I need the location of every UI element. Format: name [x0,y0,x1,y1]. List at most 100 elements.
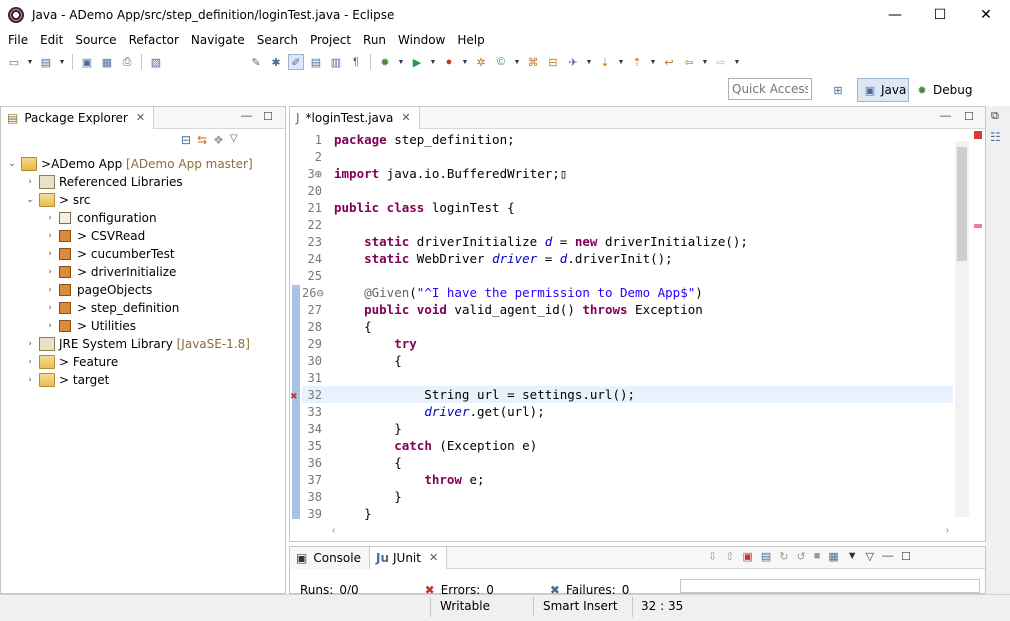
code-line[interactable]: 20 [302,182,953,199]
code-line[interactable]: 26⊖ @Given("^I have the permission to De… [302,284,953,301]
run-icon[interactable]: ▶ [409,54,425,70]
run-dropdown-icon[interactable]: ▼ [429,54,437,70]
new-window-icon[interactable]: ▤ [38,54,54,70]
code-line[interactable]: 33 driver .get(url); [302,403,953,420]
tree-item-configuration[interactable]: › configuration [1,209,285,227]
tab-login-test-java[interactable]: J *loginTest.java ✕ [290,106,420,129]
code-line[interactable]: 28 { [302,318,953,335]
save-all-icon[interactable]: ▦ [99,54,115,70]
restore-icon[interactable]: ⧉ [991,110,999,123]
rerun-failed-icon[interactable]: ↺ [796,550,805,563]
rerun-icon[interactable]: ↻ [779,550,788,563]
menu-window[interactable]: Window [392,33,451,47]
tree-item-jre-system-library[interactable]: › JRE System Library [JavaSE-1.8] [1,335,285,353]
collapsed-chevron-icon[interactable]: › [45,303,55,313]
open-task-icon[interactable]: ⊟ [545,54,561,70]
search-dropdown-icon[interactable]: ▼ [585,54,593,70]
menu-help[interactable]: Help [451,33,490,47]
code-line[interactable]: 32 String url = settings.url(); [302,386,953,403]
vertical-scrollbar[interactable] [955,141,969,517]
code-line[interactable]: 22 [302,216,953,233]
show-whitespace-icon[interactable]: ¶ [348,54,364,70]
maximize-pane-icon[interactable]: ☐ [964,110,974,123]
coverage-icon[interactable]: ● [441,54,457,70]
collapsed-chevron-icon[interactable]: › [45,285,55,295]
link-editor-icon[interactable]: ⇆ [197,133,207,147]
new-class-dropdown-icon[interactable]: ▼ [513,54,521,70]
collapsed-chevron-icon[interactable]: › [45,249,55,259]
close-tab-icon[interactable]: ✕ [401,111,410,124]
tree-item-driverinitialize[interactable]: › > driverInitialize [1,263,285,281]
debug-icon[interactable]: ✹ [377,54,393,70]
test-history-icon[interactable]: ▦ [828,550,838,563]
failures-only-icon[interactable]: ▣ [742,550,752,563]
collapsed-chevron-icon[interactable]: › [25,375,35,385]
new-icon[interactable]: ▭ [6,54,22,70]
maximize-pane-icon[interactable]: ☐ [901,550,911,563]
tab-junit[interactable]: Ju JUnit ✕ [369,546,448,569]
code-line[interactable]: 37 throw e; [302,471,953,488]
next-annotation-dropdown-icon[interactable]: ▼ [617,54,625,70]
code-line[interactable]: 35 catch (Exception e) [302,437,953,454]
prev-annotation-icon[interactable]: ⇡ [629,54,645,70]
stop-icon[interactable]: ■ [814,550,821,563]
scroll-right-icon[interactable]: › [946,525,949,536]
tree-item-cucumbertest[interactable]: › > cucumberTest [1,245,285,263]
maximize-pane-icon[interactable]: ☐ [263,110,273,123]
collapsed-chevron-icon[interactable]: › [45,267,55,277]
back-dropdown-icon[interactable]: ▼ [701,54,709,70]
outline-icon[interactable]: ☷ [990,130,1001,144]
menu-edit[interactable]: Edit [34,33,69,47]
tree-item-step-definition[interactable]: › > step_definition [1,299,285,317]
new-window-dropdown-icon[interactable]: ▼ [58,54,66,70]
back-icon[interactable]: ⇦ [681,54,697,70]
focus-icon[interactable]: ❖ [213,133,224,147]
code-line[interactable]: 34 } [302,420,953,437]
tree-item-utilities[interactable]: › > Utilities [1,317,285,335]
minimize-button[interactable]: — [872,0,918,30]
collapsed-chevron-icon[interactable]: › [45,231,55,241]
close-tab-icon[interactable]: ✕ [429,551,438,564]
code-line[interactable]: 27 public void valid_agent_id() throws E… [302,301,953,318]
code-line[interactable]: 23 static driverInitialize d = new drive… [302,233,953,250]
minimize-pane-icon[interactable]: — [882,550,893,563]
close-button[interactable]: ✕ [963,0,1009,30]
collapsed-chevron-icon[interactable]: › [25,339,35,349]
code-line[interactable]: 2 [302,148,953,165]
new-java-class-icon[interactable]: © [493,54,509,70]
menu-source[interactable]: Source [69,33,122,47]
perspective-java[interactable]: ▣ Java [857,78,909,102]
view-menu-icon[interactable]: ▽ [866,550,874,563]
tree-item-csvread[interactable]: › > CSVRead [1,227,285,245]
next-failure-icon[interactable]: ⇩ [708,550,717,563]
menu-refactor[interactable]: Refactor [123,33,185,47]
menu-run[interactable]: Run [357,33,392,47]
perspective-debug[interactable]: ✹ Debug [914,78,974,102]
last-edit-icon[interactable]: ↩ [661,54,677,70]
open-type-icon[interactable]: ⌘ [525,54,541,70]
forward-dropdown-icon[interactable]: ▼ [733,54,741,70]
code-line[interactable]: 38 } [302,488,953,505]
error-marker-icon[interactable]: ✖ [290,391,298,402]
search-bulb-icon[interactable]: ✱ [268,54,284,70]
tree-item-pageobjects[interactable]: › pageObjects [1,281,285,299]
forward-icon[interactable]: ⇨ [713,54,729,70]
expanded-chevron-icon[interactable]: ⌄ [25,195,35,205]
menu-search[interactable]: Search [251,33,304,47]
mark-occurrences-icon[interactable]: ▤ [308,54,324,70]
collapsed-chevron-icon[interactable]: › [45,213,55,223]
collapse-all-icon[interactable]: ⊟ [181,133,191,147]
code-line[interactable]: 21 public class loginTest { [302,199,953,216]
collapsed-chevron-icon[interactable]: › [45,321,55,331]
code-line[interactable]: 31 [302,369,953,386]
open-perspective-icon[interactable]: ⊞ [830,82,846,98]
code-line[interactable]: 24 static WebDriver driver = d .driverIni… [302,250,953,267]
menu-file[interactable]: File [2,33,34,47]
tab-package-explorer[interactable]: ▤ Package Explorer ✕ [1,106,155,129]
next-annotation-icon[interactable]: ⇣ [597,54,613,70]
menu-project[interactable]: Project [304,33,357,47]
collapsed-chevron-icon[interactable]: › [25,177,35,187]
save-icon[interactable]: ▣ [79,54,95,70]
maximize-button[interactable]: ☐ [917,0,963,30]
code-line[interactable]: 1 package step_definition; [302,131,953,148]
